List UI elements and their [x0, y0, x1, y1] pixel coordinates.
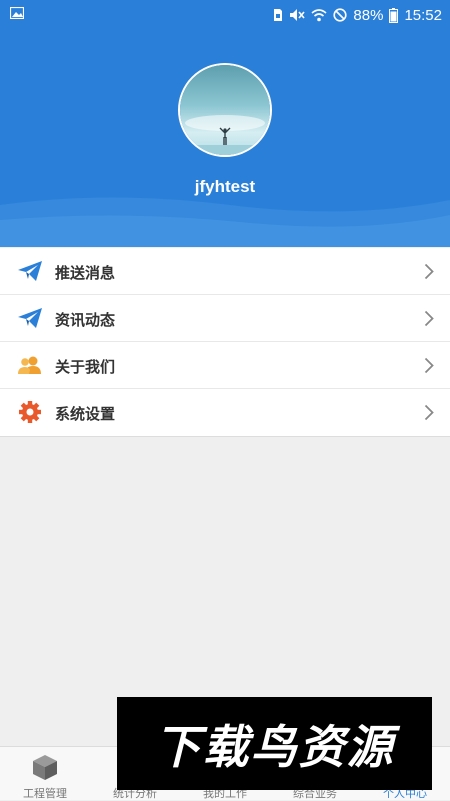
tab-label: 工程管理	[23, 787, 67, 800]
menu-item-label: 系统设置	[55, 405, 116, 423]
paper-plane-icon	[18, 261, 42, 281]
profile-header: 88% 15:52 jfyhtest	[0, 0, 450, 247]
battery-percent: 88%	[353, 6, 384, 24]
chevron-right-icon	[424, 404, 434, 421]
paper-plane-icon	[18, 308, 42, 328]
menu-item-label: 资讯动态	[55, 311, 116, 329]
gear-icon	[19, 401, 41, 423]
menu-item-label: 推送消息	[55, 264, 116, 282]
menu-item-push-messages[interactable]: 推送消息	[0, 248, 450, 295]
watermark-overlay: 下载鸟资源	[117, 697, 432, 790]
menu-item-label: 关于我们	[55, 358, 116, 376]
menu-item-system-settings[interactable]: 系统设置	[0, 389, 450, 436]
do-not-disturb-icon	[333, 8, 348, 22]
menu-item-news[interactable]: 资讯动态	[0, 295, 450, 342]
image-notification-icon	[10, 7, 24, 19]
tab-project-management[interactable]: 工程管理	[0, 747, 90, 801]
chevron-right-icon	[424, 263, 434, 280]
username: jfyhtest	[194, 177, 256, 196]
users-icon	[18, 356, 41, 374]
avatar[interactable]	[178, 63, 272, 157]
cube-icon	[33, 755, 57, 780]
clock: 15:52	[404, 6, 442, 24]
status-bar: 88% 15:52	[0, 0, 450, 30]
mute-icon	[290, 9, 306, 21]
avatar-image	[180, 65, 270, 155]
battery-icon	[389, 7, 399, 23]
menu-item-about-us[interactable]: 关于我们	[0, 342, 450, 389]
chevron-right-icon	[424, 357, 434, 374]
sim-card-icon	[274, 9, 283, 21]
wifi-icon	[311, 9, 327, 22]
chevron-right-icon	[424, 310, 434, 327]
status-icons: 88% 15:52	[273, 6, 442, 24]
settings-menu: 推送消息 资讯动态 关于我们 系统设置	[0, 248, 450, 437]
